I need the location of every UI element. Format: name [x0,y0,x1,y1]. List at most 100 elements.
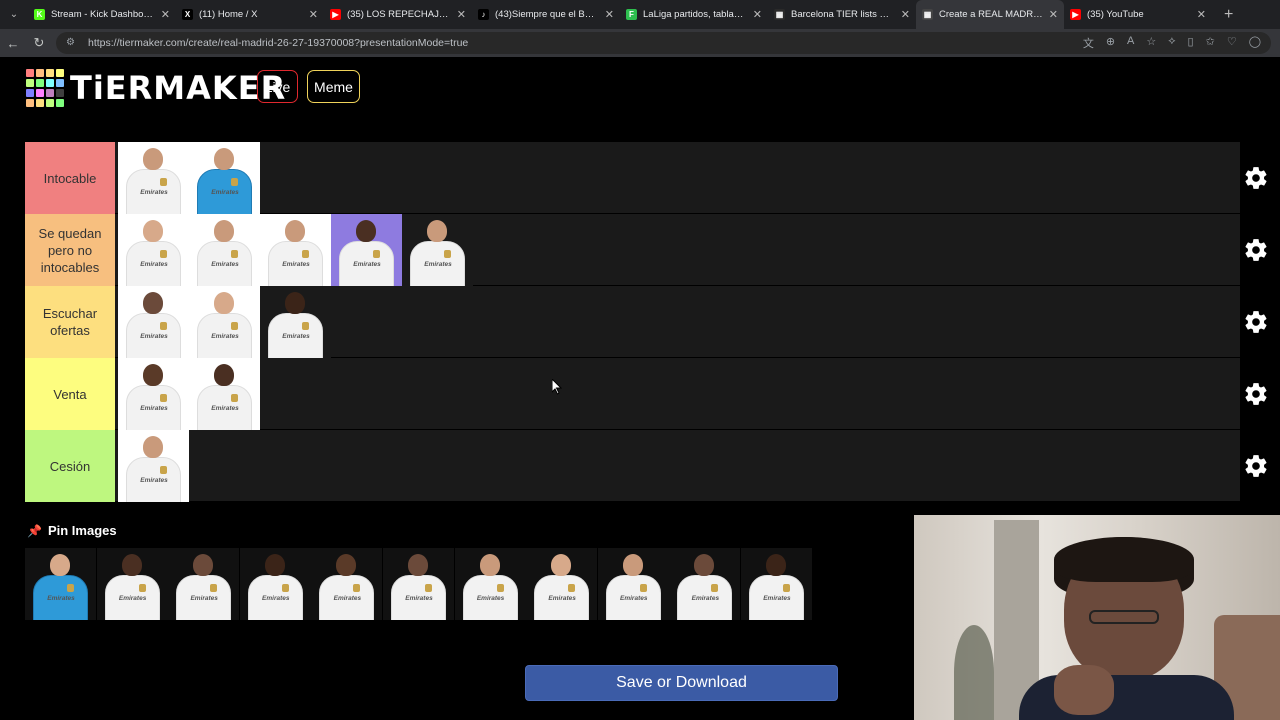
meme-button[interactable]: Meme [307,70,360,103]
player-image[interactable]: Emirates [189,358,260,430]
save-or-download-button[interactable]: Save or Download [525,665,838,701]
tier-settings-gear-icon[interactable] [1232,142,1280,214]
tier-label[interactable]: Intocable [25,142,115,214]
translate-icon[interactable]: 文 [1083,35,1094,51]
tier-label[interactable]: Venta [25,358,115,430]
tab-close-icon[interactable]: ✕ [457,8,466,21]
tier-drop-zone[interactable]: Emirates Emirates Emirates [115,286,1240,358]
favorite-icon[interactable]: ☆ [1146,35,1156,51]
tab-close-icon[interactable]: ✕ [753,8,762,21]
player-image[interactable]: Emirates [189,214,260,286]
player-image[interactable]: Emirates [331,214,402,286]
player-image[interactable]: Emirates [382,548,454,620]
split-screen-icon[interactable]: ▯ [1188,35,1194,51]
profile-icon[interactable]: ◯ [1249,35,1261,51]
tab-close-icon[interactable]: ✕ [1049,8,1058,21]
player-image[interactable]: Emirates [311,548,383,620]
jersey-sponsor: Emirates [140,333,168,340]
tier-drop-zone[interactable]: Emirates [115,430,1240,502]
jersey-sponsor: Emirates [282,261,310,268]
jersey-sponsor: Emirates [353,261,381,268]
player-head [479,554,500,576]
tier-drop-zone[interactable]: Emirates Emirates [115,358,1240,430]
club-crest-icon [302,322,309,330]
tiermaker-logo[interactable]: TiERMAKER [26,69,286,107]
player-image[interactable]: Emirates [740,548,812,620]
player-image[interactable]: Emirates [25,548,96,620]
player-image[interactable]: Emirates [118,358,189,430]
tier-label[interactable]: Se quedan pero no intocables [25,214,115,286]
tab-close-icon[interactable]: ✕ [901,8,910,21]
browser-tab[interactable]: ▶ (35) YouTube ✕ [1064,0,1212,29]
player-image[interactable]: Emirates [118,142,189,214]
player-image[interactable]: Emirates [402,214,473,286]
browser-tab[interactable]: X (11) Home / X ✕ [176,0,324,29]
player-image[interactable]: Emirates [168,548,240,620]
reload-icon[interactable]: ↻ [26,35,52,51]
logo-text: TiERMAKER [70,69,287,107]
player-head [285,220,305,242]
back-icon[interactable]: ← [0,36,26,51]
club-crest-icon [160,466,167,474]
pin-images-toggle[interactable]: 📌 Pin Images [27,523,117,538]
read-aloud-icon[interactable]: A [1127,35,1134,51]
player-image[interactable]: Emirates [597,548,669,620]
player-image[interactable]: Emirates [260,286,331,358]
tab-close-icon[interactable]: ✕ [309,8,318,21]
extensions-icon[interactable]: ⟡ [1168,35,1175,51]
jersey-sponsor: Emirates [763,595,791,602]
site-info-icon[interactable]: ⚙ [66,37,78,49]
streamer-shirt [1019,675,1234,720]
tab-title: (43)Siempre que el Barça y ... [495,9,599,20]
tier-settings-gear-icon[interactable] [1232,358,1280,430]
tier-settings-gear-icon[interactable] [1232,214,1280,286]
player-image[interactable]: Emirates [454,548,526,620]
browser-tab[interactable]: K Stream - Kick Dashboard ✕ [28,0,176,29]
browser-essentials-icon[interactable]: ♡ [1227,35,1237,51]
player-image[interactable]: Emirates [669,548,741,620]
tier-settings-gear-icon[interactable] [1232,286,1280,358]
club-crest-icon [353,584,361,592]
player-image[interactable]: Emirates [118,214,189,286]
jersey-sponsor: Emirates [548,595,576,602]
tab-search-icon[interactable]: ⌄ [0,0,28,29]
tier-settings-gear-icon[interactable] [1232,430,1280,502]
favorites-bar-icon[interactable]: ✩ [1206,35,1215,51]
live-button[interactable]: Live [257,70,298,103]
player-head [143,436,163,458]
player-image[interactable]: Emirates [189,286,260,358]
club-crest-icon [160,250,167,258]
tab-close-icon[interactable]: ✕ [161,8,170,21]
player-head [143,364,163,386]
jersey-sponsor: Emirates [405,595,433,602]
player-image[interactable]: Emirates [526,548,598,620]
tab-close-icon[interactable]: ✕ [1197,8,1206,21]
url-field[interactable]: ⚙ https://tiermaker.com/create/real-madr… [56,32,1271,54]
tier-label[interactable]: Escuchar ofertas [25,286,115,358]
tier-drop-zone[interactable]: Emirates Emirates [115,142,1240,214]
browser-tab[interactable]: ▦ Create a REAL MADRID 26/2... ✕ [916,0,1064,29]
player-image[interactable]: Emirates [189,142,260,214]
club-crest-icon [67,584,74,592]
player-head [143,220,163,242]
club-crest-icon [210,584,218,592]
player-image[interactable]: Emirates [96,548,168,620]
player-image[interactable]: Emirates [118,430,189,502]
tab-title: (35) YouTube [1087,9,1144,20]
browser-tab[interactable]: ▦ Barcelona TIER lists PLAYER... ✕ [768,0,916,29]
new-tab-icon[interactable]: + [1224,6,1233,24]
zoom-icon[interactable]: ⊕ [1106,35,1115,51]
browser-tab[interactable]: ▶ (35) LOS REPECHAJES MAS ... ✕ [324,0,472,29]
player-image[interactable]: Emirates [239,548,311,620]
tab-favicon-icon: F [626,9,637,20]
tab-close-icon[interactable]: ✕ [605,8,614,21]
club-crest-icon [373,250,380,258]
tier-label[interactable]: Cesión [25,430,115,502]
browser-tab[interactable]: ♪ (43)Siempre que el Barça y ... ✕ [472,0,620,29]
tier-drop-zone[interactable]: Emirates Emirates Emirates Emirates Emir… [115,214,1240,286]
player-image[interactable]: Emirates [118,286,189,358]
player-image[interactable]: Emirates [260,214,331,286]
player-head [285,292,305,314]
browser-tab[interactable]: F LaLiga partidos, tablas y not... ✕ [620,0,768,29]
player-head [551,554,572,576]
